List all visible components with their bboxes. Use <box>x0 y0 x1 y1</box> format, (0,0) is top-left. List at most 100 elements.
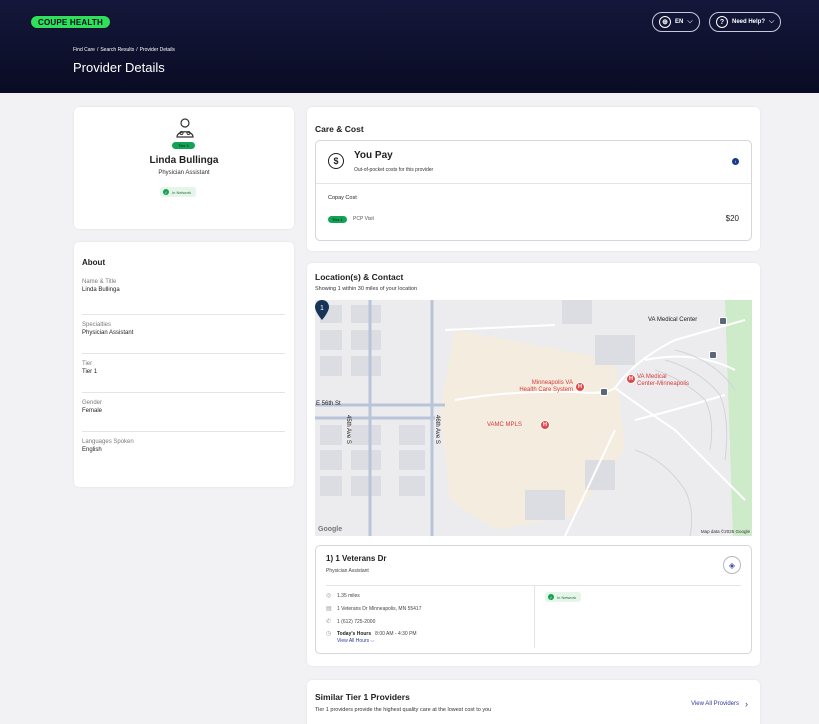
google-logo: Google <box>318 526 343 533</box>
view-all-hours-link[interactable]: View All Hours ⌵ <box>337 638 374 644</box>
clock-icon: ◷ <box>326 631 332 637</box>
provider-role: Physician Assistant <box>158 170 210 176</box>
logo[interactable]: COUPE HEALTH <box>30 15 111 29</box>
check-icon: ✓ <box>548 594 554 600</box>
doctor-icon <box>176 118 194 138</box>
map-attribution[interactable]: Map data ©2025 Google <box>701 529 750 534</box>
about-heading: About <box>82 258 106 267</box>
language-label: EN <box>675 19 684 25</box>
about-row-name: Name & Title Linda Bullinga <box>82 272 285 312</box>
breadcrumb-find-care[interactable]: Find Care <box>73 47 95 53</box>
care-cost-heading: Care & Cost <box>315 124 364 134</box>
you-pay-box: $ You Pay Out-of-pocket costs for this p… <box>315 140 752 241</box>
tier-badge: Tier 1 <box>328 216 347 223</box>
location-subtitle: Showing 1 within 30 miles of your locati… <box>315 286 418 292</box>
in-network-badge: ✓ In Network <box>545 592 582 602</box>
info-icon[interactable]: i <box>732 158 739 165</box>
location-pin-icon: ◎ <box>326 593 332 599</box>
need-help-label: Need Help? <box>732 19 766 25</box>
copay-label: Copay Cost <box>328 195 357 201</box>
map-label-va-center: VA Medical Center <box>648 317 698 323</box>
check-icon: ✓ <box>163 189 169 195</box>
phone-text[interactable]: 1 (612) 725-2000 <box>337 619 375 625</box>
view-all-providers-link[interactable]: View All Providers › <box>691 699 748 709</box>
copay-price: $20 <box>725 214 739 223</box>
in-network-label: In Network <box>172 189 192 195</box>
about-value: English <box>82 447 102 453</box>
chevron-down-icon: ⌵ <box>687 18 693 25</box>
map-label-mpls-va: Minneapolis VA Health Care System <box>519 380 573 393</box>
about-label: Tier <box>82 361 93 367</box>
about-row-gender: Gender Female <box>82 392 285 432</box>
tier-badge: Tier 1 <box>172 142 195 149</box>
about-value: Tier 1 <box>82 369 98 375</box>
location-role: Physician Assistant <box>326 568 369 574</box>
about-label: Languages Spoken <box>82 439 134 445</box>
help-icon: ? <box>716 16 728 28</box>
similar-heading: Similar Tier 1 Providers <box>315 692 410 702</box>
map-label-street: E 56th St <box>316 401 341 407</box>
hospital-pin-icon: H <box>540 420 550 430</box>
breadcrumb-provider-details: Provider Details <box>139 47 175 53</box>
page-title: Provider Details <box>73 60 165 75</box>
about-value: Physician Assistant <box>82 330 134 336</box>
map-label-45th: 45th Ave S <box>345 415 351 444</box>
map-background <box>315 300 752 536</box>
location-heading: Location(s) & Contact <box>315 272 404 282</box>
about-row-languages: Languages Spoken English <box>82 431 285 471</box>
building-pin-icon <box>600 388 608 396</box>
building-pin-icon <box>709 351 717 359</box>
hours-label: Today's Hours <box>337 630 372 637</box>
marker-number: 1 <box>320 305 324 312</box>
in-network-badge: ✓ In Network <box>160 187 197 197</box>
dollar-icon: $ <box>328 153 344 169</box>
hours-text: 8:00 AM - 4:30 PM <box>375 630 417 637</box>
divider <box>534 585 535 648</box>
address-row: ▤ 1 Veterans Dr Minneapolis, MN 55417 <box>326 605 422 613</box>
in-network-label: In Network <box>557 594 577 600</box>
provider-profile-card: Tier 1 Linda Bullinga Physician Assistan… <box>74 107 294 229</box>
about-value: Linda Bullinga <box>82 287 120 293</box>
chevron-down-icon: ⌵ <box>370 638 375 644</box>
chevron-down-icon: ⌵ <box>769 18 775 25</box>
map[interactable]: VA Medical Center Minneapolis VA Health C… <box>315 300 752 536</box>
service-label: PCP Visit <box>353 216 374 222</box>
need-help-button[interactable]: ? Need Help? ⌵ <box>709 12 782 32</box>
provider-name: Linda Bullinga <box>149 155 219 166</box>
location-name: 1) 1 Veterans Dr <box>326 554 387 563</box>
globe-icon: ⊕ <box>659 16 671 28</box>
location-detail-box: 1) 1 Veterans Dr Physician Assistant ◈ ◎… <box>315 545 752 654</box>
about-row-tier: Tier Tier 1 <box>82 353 285 393</box>
about-row-specialties: Specialties Physician Assistant <box>82 314 285 354</box>
location-marker-icon[interactable]: 1 <box>315 300 329 320</box>
hospital-pin-icon: H <box>575 382 585 392</box>
directions-button[interactable]: ◈ <box>723 556 741 574</box>
distance-row: ◎ 1.35 miles <box>326 592 360 600</box>
language-button[interactable]: ⊕ EN ⌵ <box>652 12 700 32</box>
map-label-vamc: VAMC MPLS <box>487 422 522 428</box>
hospital-pin-icon: H <box>626 374 636 384</box>
distance-text: 1.35 miles <box>337 592 360 599</box>
view-all-label: View All Providers <box>691 701 739 707</box>
phone-icon: ✆ <box>326 619 332 625</box>
similar-providers-card: Similar Tier 1 Providers Tier 1 provider… <box>307 680 760 724</box>
similar-subtitle: Tier 1 providers provide the highest qua… <box>315 707 492 713</box>
top-header: COUPE HEALTH ⊕ EN ⌵ ? Need Help? ⌵ Find … <box>0 0 819 93</box>
phone-row: ✆ 1 (612) 725-2000 <box>326 618 375 626</box>
map-label-46th: 46th Ave S <box>434 415 440 444</box>
you-pay-title: You Pay <box>354 150 393 161</box>
about-value: Female <box>82 408 103 414</box>
about-card: About Name & Title Linda Bullinga Specia… <box>74 242 294 487</box>
breadcrumb-search-results[interactable]: Search Results <box>100 47 134 53</box>
chevron-right-icon: › <box>745 699 748 709</box>
map-label-va-medical: VA Medical Center-Minneapolis <box>637 374 690 387</box>
about-label: Gender <box>82 400 103 406</box>
directions-icon: ◈ <box>728 560 736 570</box>
you-pay-subtitle: Out-of-pocket costs for this provider <box>354 167 434 173</box>
address-text[interactable]: 1 Veterans Dr Minneapolis, MN 55417 <box>337 606 422 612</box>
divider <box>316 183 751 184</box>
breadcrumb: Find Care / Search Results / Provider Detail… <box>73 47 175 53</box>
about-label: Name & Title <box>82 279 117 285</box>
care-cost-card: Care & Cost $ You Pay Out-of-pocket cost… <box>307 107 760 251</box>
building-icon: ▤ <box>326 606 332 612</box>
